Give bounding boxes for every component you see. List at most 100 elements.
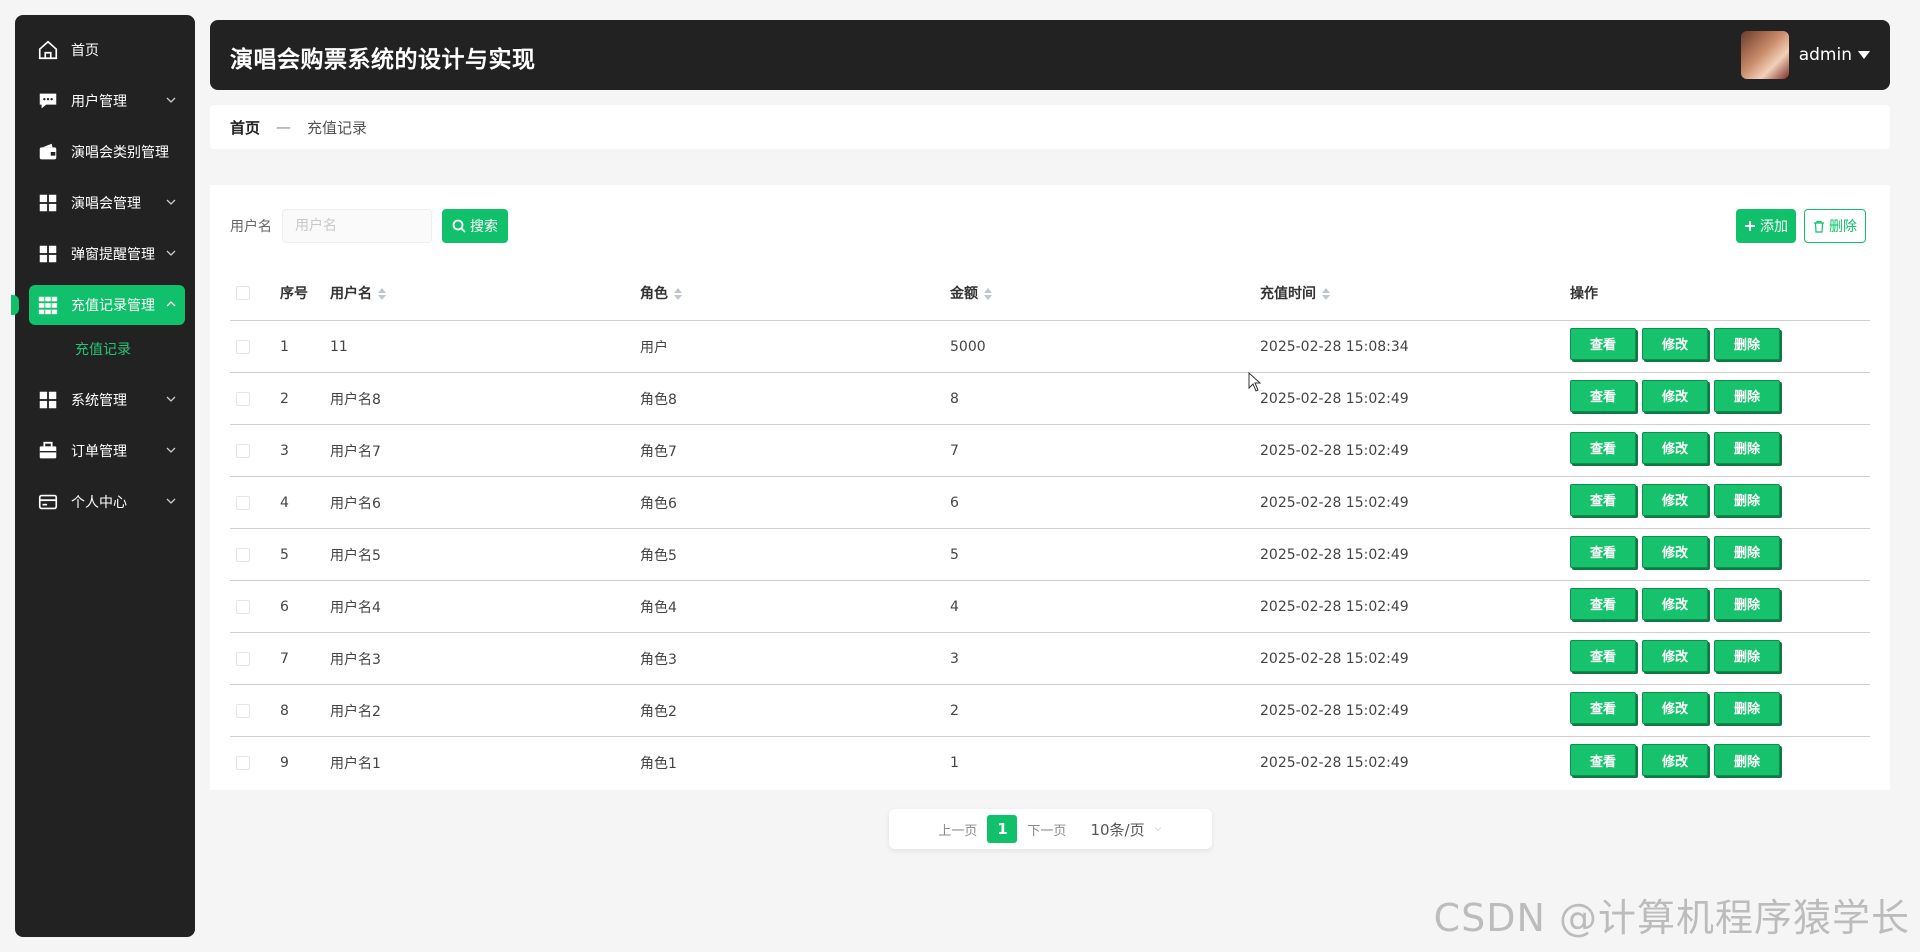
sidebar-item-concerts[interactable]: 演唱会管理 xyxy=(29,183,185,223)
cell-time: 2025-02-28 15:02:49 xyxy=(1260,442,1409,459)
sort-icon[interactable] xyxy=(674,287,682,300)
sidebar-item-recharge-records[interactable]: 充值记录管理 xyxy=(11,285,185,325)
breadcrumb: 首页 — 充值记录 xyxy=(210,105,1890,149)
search-input[interactable] xyxy=(282,209,432,243)
cell-amount: 8 xyxy=(950,390,959,407)
edit-button[interactable]: 修改 xyxy=(1642,327,1708,360)
delete-button[interactable]: 删除 xyxy=(1714,431,1780,464)
app-title: 演唱会购票系统的设计与实现 xyxy=(230,47,536,73)
sidebar-subitem-recharge-record[interactable]: 充值记录 xyxy=(75,334,185,366)
chevron-down-icon xyxy=(166,396,176,402)
breadcrumb-current: 充值记录 xyxy=(307,118,368,137)
content-panel: 用户名 搜索 添加 删除 序号 用户名 角色 金额 充值时间 操作 111用户5… xyxy=(210,185,1890,790)
cell-index: 8 xyxy=(280,702,289,719)
row-checkbox[interactable] xyxy=(236,339,250,354)
prev-page-button[interactable]: 上一页 xyxy=(938,820,977,839)
edit-button[interactable]: 修改 xyxy=(1642,535,1708,568)
cell-role: 角色8 xyxy=(640,391,677,408)
cell-user: 用户名6 xyxy=(330,495,381,512)
sidebar-item-profile[interactable]: 个人中心 xyxy=(29,482,185,522)
next-page-button[interactable]: 下一页 xyxy=(1027,820,1066,839)
row-checkbox[interactable] xyxy=(236,703,250,718)
chevron-up-icon xyxy=(166,301,176,307)
cell-amount: 5 xyxy=(950,546,959,563)
row-checkbox[interactable] xyxy=(236,495,250,510)
cell-user: 用户名8 xyxy=(330,391,381,408)
table-row: 3 用户名7 角色7 7 2025-02-28 15:02:49 查看 修改 删除 xyxy=(230,425,1870,477)
view-button[interactable]: 查看 xyxy=(1570,483,1636,516)
page-size-value: 10条/页 xyxy=(1090,820,1145,839)
delete-button[interactable]: 删除 xyxy=(1714,379,1780,412)
user-name[interactable]: admin xyxy=(1799,45,1852,65)
page-size-select[interactable]: 10条/页 xyxy=(1090,819,1162,840)
edit-button[interactable]: 修改 xyxy=(1642,431,1708,464)
row-checkbox[interactable] xyxy=(236,756,250,770)
sort-icon[interactable] xyxy=(378,287,386,300)
cell-amount: 1 xyxy=(950,755,959,771)
delete-button[interactable]: 删除 xyxy=(1714,744,1780,776)
cell-user: 用户名5 xyxy=(330,547,381,564)
delete-button[interactable]: 删除 xyxy=(1714,327,1780,360)
view-button[interactable]: 查看 xyxy=(1570,431,1636,464)
view-button[interactable]: 查看 xyxy=(1570,327,1636,360)
sidebar-item-popup-reminders[interactable]: 弹窗提醒管理 xyxy=(29,234,185,274)
cell-index: 9 xyxy=(280,755,289,771)
row-checkbox[interactable] xyxy=(236,391,250,406)
edit-button[interactable]: 修改 xyxy=(1642,639,1708,672)
view-button[interactable]: 查看 xyxy=(1570,379,1636,412)
edit-button[interactable]: 修改 xyxy=(1642,691,1708,724)
sort-icon[interactable] xyxy=(984,287,992,300)
cell-user: 用户名1 xyxy=(330,756,381,772)
delete-button[interactable]: 删除 xyxy=(1714,587,1780,620)
breadcrumb-home[interactable]: 首页 xyxy=(230,117,260,138)
briefcase-icon xyxy=(39,441,57,459)
sidebar-item-home[interactable]: 首页 xyxy=(29,30,185,70)
cell-role: 用户 xyxy=(640,339,668,356)
delete-button[interactable]: 删除 xyxy=(1714,691,1780,724)
view-button[interactable]: 查看 xyxy=(1570,535,1636,568)
batch-delete-button[interactable]: 删除 xyxy=(1804,209,1866,243)
cell-index: 6 xyxy=(280,598,289,615)
view-button[interactable]: 查看 xyxy=(1570,587,1636,620)
delete-button[interactable]: 删除 xyxy=(1714,639,1780,672)
cell-time: 2025-02-28 15:02:49 xyxy=(1260,390,1409,407)
table-body: 1 11 用户 5000 2025-02-28 15:08:34 查看 修改 删除 2 用户名8 角… xyxy=(230,321,1870,789)
header-user[interactable]: 用户名 xyxy=(330,283,640,303)
edit-button[interactable]: 修改 xyxy=(1642,587,1708,620)
sort-icon[interactable] xyxy=(1322,287,1330,300)
cell-amount: 6 xyxy=(950,494,959,511)
cell-role: 角色6 xyxy=(640,495,677,512)
avatar[interactable] xyxy=(1740,31,1789,79)
header-time[interactable]: 充值时间 xyxy=(1260,283,1570,303)
cell-time: 2025-02-28 15:02:49 xyxy=(1260,755,1409,771)
view-button[interactable]: 查看 xyxy=(1570,691,1636,724)
select-all-checkbox[interactable] xyxy=(236,285,250,300)
add-button-label: 添加 xyxy=(1760,219,1788,235)
view-button[interactable]: 查看 xyxy=(1570,744,1636,776)
row-checkbox[interactable] xyxy=(236,599,250,614)
search-button[interactable]: 搜索 xyxy=(442,209,508,243)
header-role[interactable]: 角色 xyxy=(640,283,950,303)
search-button-label: 搜索 xyxy=(470,219,498,235)
delete-button[interactable]: 删除 xyxy=(1714,535,1780,568)
cell-index: 2 xyxy=(280,390,289,407)
sidebar-item-orders[interactable]: 订单管理 xyxy=(29,431,185,471)
row-checkbox[interactable] xyxy=(236,547,250,562)
add-button[interactable]: 添加 xyxy=(1736,209,1796,243)
page-1-button[interactable]: 1 xyxy=(987,815,1018,843)
sidebar-item-concert-categories[interactable]: 演唱会类别管理 xyxy=(29,132,185,172)
edit-button[interactable]: 修改 xyxy=(1642,379,1708,412)
edit-button[interactable]: 修改 xyxy=(1642,483,1708,516)
delete-button[interactable]: 删除 xyxy=(1714,483,1780,516)
row-checkbox[interactable] xyxy=(236,443,250,458)
header-index: 序号 xyxy=(280,285,308,302)
edit-button[interactable]: 修改 xyxy=(1642,744,1708,776)
user-menu[interactable]: admin xyxy=(1740,30,1870,80)
view-button[interactable]: 查看 xyxy=(1570,639,1636,672)
row-checkbox[interactable] xyxy=(236,651,250,666)
caret-down-icon[interactable] xyxy=(1858,51,1870,59)
sidebar-item-users[interactable]: 用户管理 xyxy=(29,81,185,121)
header-amount[interactable]: 金额 xyxy=(950,283,1260,303)
sidebar-item-system[interactable]: 系统管理 xyxy=(29,380,185,420)
cell-role: 角色3 xyxy=(640,651,677,668)
